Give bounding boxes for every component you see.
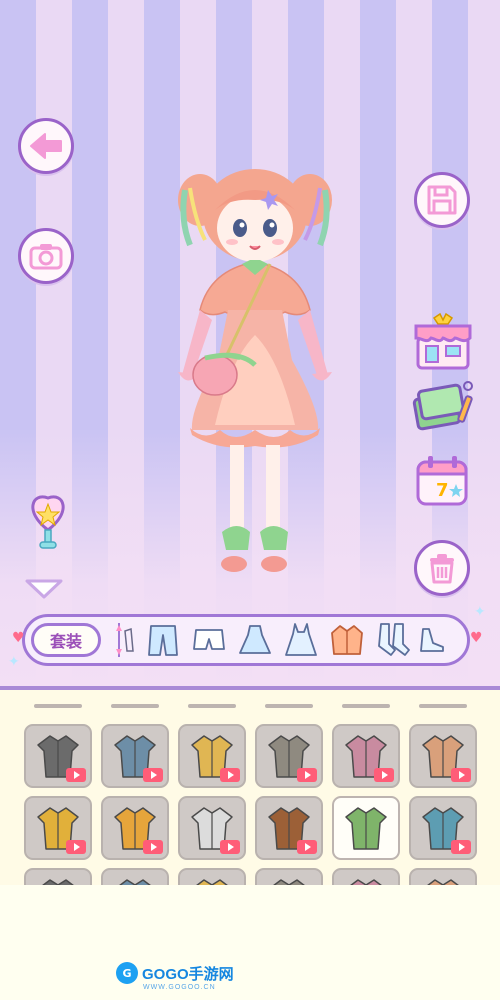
watermark-logo-icon: G	[116, 962, 138, 984]
video-ad-icon	[143, 840, 163, 854]
video-ad-icon	[143, 768, 163, 782]
clothing-panel	[0, 690, 500, 885]
clothing-item-mustard-top[interactable]	[101, 796, 169, 860]
magic-wand-icon	[31, 495, 65, 549]
delete-button[interactable]	[414, 540, 470, 596]
tool-shoes[interactable]	[417, 620, 447, 660]
sparkle-icon: ✦	[474, 604, 486, 620]
tool-shorts[interactable]	[187, 620, 231, 660]
clothing-item-yellow-hoodie[interactable]	[24, 796, 92, 860]
garment-icon	[196, 879, 228, 885]
delete-icon	[430, 554, 454, 584]
clothing-item-denim-cardigan[interactable]	[101, 868, 169, 885]
tool-dress[interactable]	[279, 620, 323, 660]
garment-icon	[345, 807, 387, 850]
video-ad-icon	[451, 840, 471, 854]
clothing-item-plaid-coat[interactable]	[255, 868, 323, 885]
wardrobe-book-icon	[412, 381, 473, 431]
shorts-icon	[193, 629, 225, 650]
category-outfit-tab[interactable]: 套装	[31, 623, 101, 657]
clothing-item-teal-jacket[interactable]	[409, 796, 477, 860]
video-ad-icon	[297, 840, 317, 854]
tool-adjust[interactable]	[109, 620, 139, 660]
dress-up-stage: 7 ♥ ♥ ✦ ✦ 套装	[0, 0, 500, 688]
clothing-item-pink-puffer[interactable]	[332, 868, 400, 885]
clothing-item-pink-puffer[interactable]	[332, 724, 400, 788]
clothing-item-yellow-cardigan[interactable]	[178, 868, 246, 885]
video-ad-icon	[374, 768, 394, 782]
garment-icon	[427, 879, 459, 885]
video-ad-icon	[451, 768, 471, 782]
adjust-icon	[116, 623, 134, 657]
back-icon	[30, 133, 62, 159]
video-ad-icon	[220, 840, 240, 854]
socks-icon	[378, 623, 410, 656]
daily-calendar-icon: 7	[416, 456, 468, 506]
tool-pants[interactable]	[141, 620, 185, 660]
garment-icon	[350, 879, 382, 885]
video-ad-icon	[66, 768, 86, 782]
video-ad-icon	[220, 768, 240, 782]
wardrobe-book-button[interactable]	[410, 378, 476, 436]
dress-icon	[285, 623, 317, 656]
clothing-item-green-hoodie[interactable]	[332, 796, 400, 860]
clothing-item-white-blazer[interactable]	[178, 796, 246, 860]
tool-socks[interactable]	[371, 620, 415, 660]
calendar-day-text: 7	[436, 480, 449, 501]
jacket-icon	[331, 625, 363, 655]
collapse-button[interactable]	[24, 578, 64, 600]
clothing-item-tan-sweatshirt[interactable]	[409, 724, 477, 788]
save-icon	[427, 185, 457, 215]
garment-icon	[119, 879, 151, 885]
clothing-item-plaid-coat[interactable]	[255, 724, 323, 788]
sparkle-icon: ✦	[8, 654, 20, 670]
tool-skirt[interactable]	[233, 620, 277, 660]
shoes-icon	[420, 628, 444, 652]
video-ad-icon	[297, 768, 317, 782]
watermark: G GOGO手游网	[116, 962, 234, 984]
clothing-item-denim-cardigan[interactable]	[101, 724, 169, 788]
video-ad-icon	[66, 840, 86, 854]
clothing-item-plaid-shirt[interactable]	[24, 868, 92, 885]
save-button[interactable]	[414, 172, 470, 228]
collapse-arrow-icon	[25, 579, 63, 599]
garment-icon	[42, 879, 74, 885]
clothing-item-brown-jacket[interactable]	[255, 796, 323, 860]
clothing-item-yellow-cardigan[interactable]	[178, 724, 246, 788]
heart-icon: ♥	[12, 630, 25, 646]
garment-icon	[273, 879, 305, 885]
clothing-item-plaid-shirt[interactable]	[24, 724, 92, 788]
heart-icon: ♥	[470, 630, 483, 646]
camera-icon	[29, 244, 63, 270]
category-outfit-label: 套装	[49, 632, 82, 651]
character-avatar	[178, 169, 332, 572]
category-toolbar: 套装	[22, 614, 470, 666]
watermark-text: GOGO手游网	[142, 965, 234, 983]
tool-jacket[interactable]	[325, 620, 369, 660]
previous-row-edge	[24, 704, 477, 708]
shop-button[interactable]	[412, 312, 474, 372]
bottom-blank-area	[0, 885, 500, 1000]
clothing-grid	[24, 724, 477, 885]
watermark-url: WWW.GOGOO.CN	[143, 984, 216, 991]
daily-calendar-button[interactable]: 7	[412, 452, 474, 510]
skirt-icon	[239, 625, 271, 654]
clothing-item-tan-sweatshirt[interactable]	[409, 868, 477, 885]
camera-button[interactable]	[18, 228, 74, 284]
shop-icon	[414, 312, 472, 370]
back-button[interactable]	[18, 118, 74, 174]
pants-icon	[148, 625, 178, 656]
magic-wand-button[interactable]	[22, 494, 74, 552]
